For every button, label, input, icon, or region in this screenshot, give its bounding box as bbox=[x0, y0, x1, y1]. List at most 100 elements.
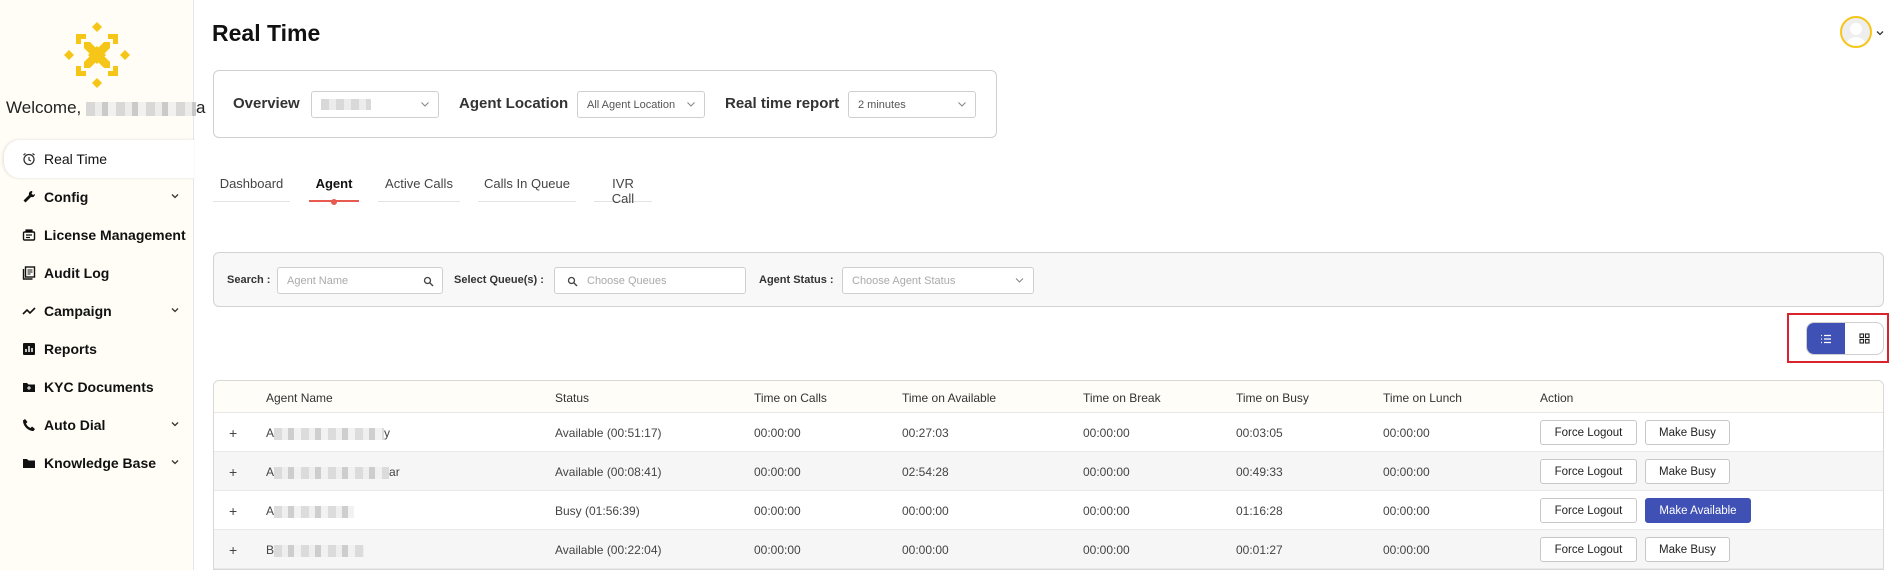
time-on-available: 02:54:28 bbox=[902, 465, 949, 479]
sidebar-item-kyc-documents[interactable]: KYC Documents bbox=[0, 368, 194, 406]
sidebar-item-label: KYC Documents bbox=[44, 379, 154, 395]
agent-name-redacted bbox=[274, 466, 390, 479]
make-busy-button[interactable]: Make Busy bbox=[1645, 420, 1730, 445]
time-on-available: 00:00:00 bbox=[902, 504, 949, 518]
search-input[interactable]: Agent Name bbox=[277, 267, 443, 294]
chevron-down-icon[interactable] bbox=[1876, 30, 1884, 36]
folder-icon bbox=[21, 455, 37, 471]
overview-value-redacted bbox=[321, 99, 371, 110]
agent-name-redacted bbox=[274, 544, 365, 557]
sidebar-item-real-time[interactable]: Real Time bbox=[4, 140, 194, 178]
force-logout-button[interactable]: Force Logout bbox=[1540, 420, 1637, 445]
sidebar-item-label: Auto Dial bbox=[44, 417, 106, 433]
expand-row-icon[interactable]: + bbox=[229, 464, 237, 480]
wrench-icon bbox=[21, 189, 37, 205]
welcome-label: Welcome, bbox=[6, 98, 82, 117]
time-on-calls: 00:00:00 bbox=[754, 465, 801, 479]
agent-name: Aar bbox=[266, 465, 400, 479]
real-time-report-select[interactable]: 2 minutes bbox=[848, 91, 976, 118]
table-header: Agent Name Status Time on Calls Time on … bbox=[214, 381, 1883, 413]
overview-select[interactable] bbox=[311, 91, 439, 118]
table-row: + A Busy (01:56:39) 00:00:00 00:00:00 00… bbox=[214, 491, 1883, 530]
column-header: Agent Name bbox=[266, 391, 333, 405]
sidebar-item-campaign[interactable]: Campaign bbox=[0, 292, 194, 330]
sidebar-item-config[interactable]: Config bbox=[0, 178, 194, 216]
sidebar-nav: Real Time Config License Management Audi… bbox=[0, 140, 194, 482]
sidebar-item-reports[interactable]: Reports bbox=[0, 330, 194, 368]
search-icon bbox=[567, 276, 578, 287]
time-on-lunch: 00:00:00 bbox=[1383, 465, 1430, 479]
column-header: Time on Break bbox=[1083, 391, 1161, 405]
agent-status: Available (00:08:41) bbox=[555, 465, 662, 479]
agent-table: Agent Name Status Time on Calls Time on … bbox=[213, 380, 1884, 570]
welcome-text: Welcome, a bbox=[6, 98, 205, 118]
agent-status-select[interactable]: Choose Agent Status bbox=[842, 267, 1034, 294]
column-header: Status bbox=[555, 391, 590, 405]
column-header: Time on Available bbox=[902, 391, 997, 405]
time-on-available: 00:00:00 bbox=[902, 543, 949, 557]
column-header: Time on Lunch bbox=[1383, 391, 1462, 405]
agent-status-label: Agent Status : bbox=[759, 274, 834, 286]
tab-ivr-call[interactable]: IVR Call bbox=[594, 170, 652, 206]
time-on-lunch: 00:00:00 bbox=[1383, 543, 1430, 557]
sidebar-item-label: Knowledge Base bbox=[44, 455, 157, 471]
avatar[interactable] bbox=[1840, 16, 1872, 48]
tab-agent[interactable]: Agent bbox=[309, 170, 359, 205]
sidebar-item-label: License Management bbox=[44, 227, 186, 243]
real-time-report-label: Real time report bbox=[725, 95, 840, 112]
sidebar-item-label: Reports bbox=[44, 341, 97, 357]
phone-icon bbox=[21, 417, 37, 433]
chevron-down-icon bbox=[1015, 278, 1024, 283]
make-available-button[interactable]: Make Available bbox=[1645, 498, 1751, 523]
chevron-down-icon bbox=[171, 308, 179, 313]
overview-label: Overview bbox=[233, 95, 300, 112]
agent-location-select[interactable]: All Agent Location bbox=[577, 91, 705, 118]
force-logout-button[interactable]: Force Logout bbox=[1540, 498, 1637, 523]
agent-name-redacted bbox=[274, 427, 385, 440]
time-on-break: 00:00:00 bbox=[1083, 465, 1130, 479]
user-name-redacted bbox=[86, 101, 196, 116]
agent-status: Available (00:22:04) bbox=[555, 543, 662, 557]
sidebar-item-license-management[interactable]: License Management bbox=[0, 216, 194, 254]
force-logout-button[interactable]: Force Logout bbox=[1540, 537, 1637, 562]
list-view-button[interactable] bbox=[1807, 323, 1845, 354]
filter-bar: Search : Agent Name Select Queue(s) : Ch… bbox=[213, 252, 1884, 307]
sidebar-item-auto-dial[interactable]: Auto Dial bbox=[0, 406, 194, 444]
make-busy-button[interactable]: Make Busy bbox=[1645, 459, 1730, 484]
queue-label: Select Queue(s) : bbox=[454, 274, 544, 286]
agent-location-label: Agent Location bbox=[459, 95, 569, 112]
tab-active-calls[interactable]: Active Calls bbox=[378, 170, 460, 202]
expand-row-icon[interactable]: + bbox=[229, 425, 237, 441]
time-on-calls: 00:00:00 bbox=[754, 504, 801, 518]
chevron-down-icon bbox=[171, 460, 179, 465]
time-on-calls: 00:00:00 bbox=[754, 426, 801, 440]
user-avatar-icon bbox=[1845, 23, 1867, 46]
make-busy-button[interactable]: Make Busy bbox=[1645, 537, 1730, 562]
tab-calls-in-queue[interactable]: Calls In Queue bbox=[478, 170, 576, 202]
chevron-down-icon bbox=[171, 194, 179, 199]
expand-row-icon[interactable]: + bbox=[229, 542, 237, 558]
time-on-lunch: 00:00:00 bbox=[1383, 426, 1430, 440]
sidebar-item-audit-log[interactable]: Audit Log bbox=[0, 254, 194, 292]
table-row: + Ay Available (00:51:17) 00:00:00 00:27… bbox=[214, 413, 1883, 452]
queue-placeholder: Choose Queues bbox=[587, 274, 667, 287]
time-on-busy: 00:01:27 bbox=[1236, 543, 1283, 557]
force-logout-button[interactable]: Force Logout bbox=[1540, 459, 1637, 484]
grid-view-button[interactable] bbox=[1845, 323, 1883, 354]
sidebar-item-knowledge-base[interactable]: Knowledge Base bbox=[0, 444, 194, 482]
queue-select[interactable]: Choose Queues bbox=[554, 267, 746, 294]
welcome-tail: a bbox=[196, 98, 206, 117]
time-on-lunch: 00:00:00 bbox=[1383, 504, 1430, 518]
agent-status-placeholder: Choose Agent Status bbox=[852, 274, 956, 287]
agent-name: B bbox=[266, 543, 365, 557]
search-label: Search : bbox=[227, 274, 271, 286]
sidebar-item-label: Config bbox=[44, 189, 89, 205]
tab-dashboard[interactable]: Dashboard bbox=[213, 170, 290, 202]
table-row: + B Available (00:22:04) 00:00:00 00:00:… bbox=[214, 530, 1883, 569]
column-header: Action bbox=[1540, 391, 1574, 405]
expand-row-icon[interactable]: + bbox=[229, 503, 237, 519]
time-on-available: 00:27:03 bbox=[902, 426, 949, 440]
time-on-break: 00:00:00 bbox=[1083, 543, 1130, 557]
view-toggle bbox=[1806, 322, 1884, 355]
agent-name-redacted bbox=[274, 505, 355, 518]
